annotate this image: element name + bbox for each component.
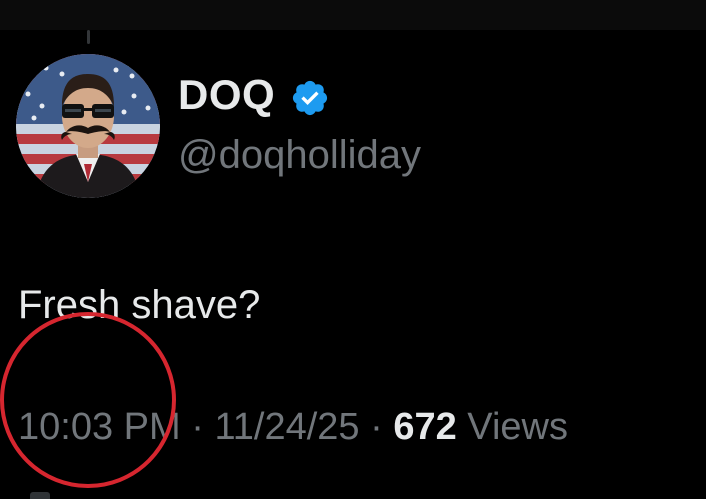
tweet-meta: 10:03 PM · 11/24/25 · 672 Views — [18, 408, 568, 446]
avatar-image — [16, 54, 160, 198]
meta-separator: · — [180, 406, 215, 448]
meta-separator: · — [359, 406, 394, 448]
tweet-time[interactable]: 10:03 PM — [18, 406, 181, 448]
thread-connector-line — [87, 30, 90, 44]
author-handle[interactable]: @doqholliday — [178, 135, 421, 175]
verified-check-icon — [292, 80, 328, 116]
top-bar — [0, 0, 706, 30]
tweet-date[interactable]: 11/24/25 — [214, 406, 359, 448]
bottom-cutoff-element — [30, 492, 50, 499]
views-count[interactable]: 672 — [393, 406, 456, 448]
views-label[interactable]: Views — [467, 406, 568, 448]
tweet-text: Fresh shave? — [18, 283, 261, 327]
avatar[interactable] — [16, 54, 160, 198]
author-display-name[interactable]: DOQ — [178, 74, 275, 116]
